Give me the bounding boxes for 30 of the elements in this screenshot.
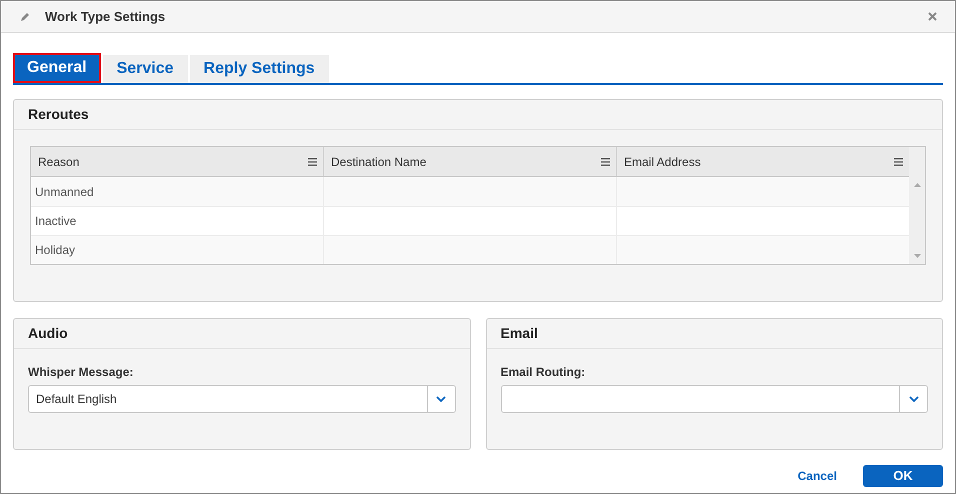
table-cell-text: Holiday (34, 242, 76, 259)
scrollbar[interactable] (909, 147, 925, 264)
column-title: Reason (38, 154, 80, 170)
pencil-icon (19, 10, 31, 22)
close-icon[interactable] (928, 12, 937, 21)
panel-title: Reroutes (28, 105, 89, 124)
dropdown-value: Default English (35, 391, 118, 408)
tab[interactable]: Reply Settings (190, 55, 329, 83)
field-label: Whisper Message: (28, 364, 134, 381)
scroll-up-icon[interactable] (914, 183, 920, 187)
panel-title: Audio (28, 324, 68, 343)
chevron-down-icon (436, 396, 446, 402)
ok-button[interactable]: OK (863, 465, 943, 487)
tab[interactable]: Service (102, 55, 188, 83)
window-title: Work Type Settings (45, 8, 166, 26)
tab[interactable]: General (13, 53, 101, 83)
scroll-down-icon[interactable] (914, 254, 920, 258)
column-menu-icon[interactable] (308, 158, 317, 166)
cancel-button[interactable]: Cancel (798, 467, 837, 485)
field-label: Email Routing: (500, 364, 586, 381)
column-title: Email Address (624, 154, 701, 170)
table-cell-text: Unmanned (34, 184, 95, 200)
column-menu-icon[interactable] (601, 158, 610, 166)
chevron-down-icon (908, 396, 918, 402)
dropdown-field[interactable] (500, 385, 928, 413)
panel-title: Email (500, 324, 538, 343)
column-title: Destination Name (331, 154, 426, 170)
dropdown-field[interactable]: Default English (28, 385, 456, 413)
column-menu-icon[interactable] (894, 158, 903, 166)
table-cell-text: Inactive (34, 213, 78, 230)
